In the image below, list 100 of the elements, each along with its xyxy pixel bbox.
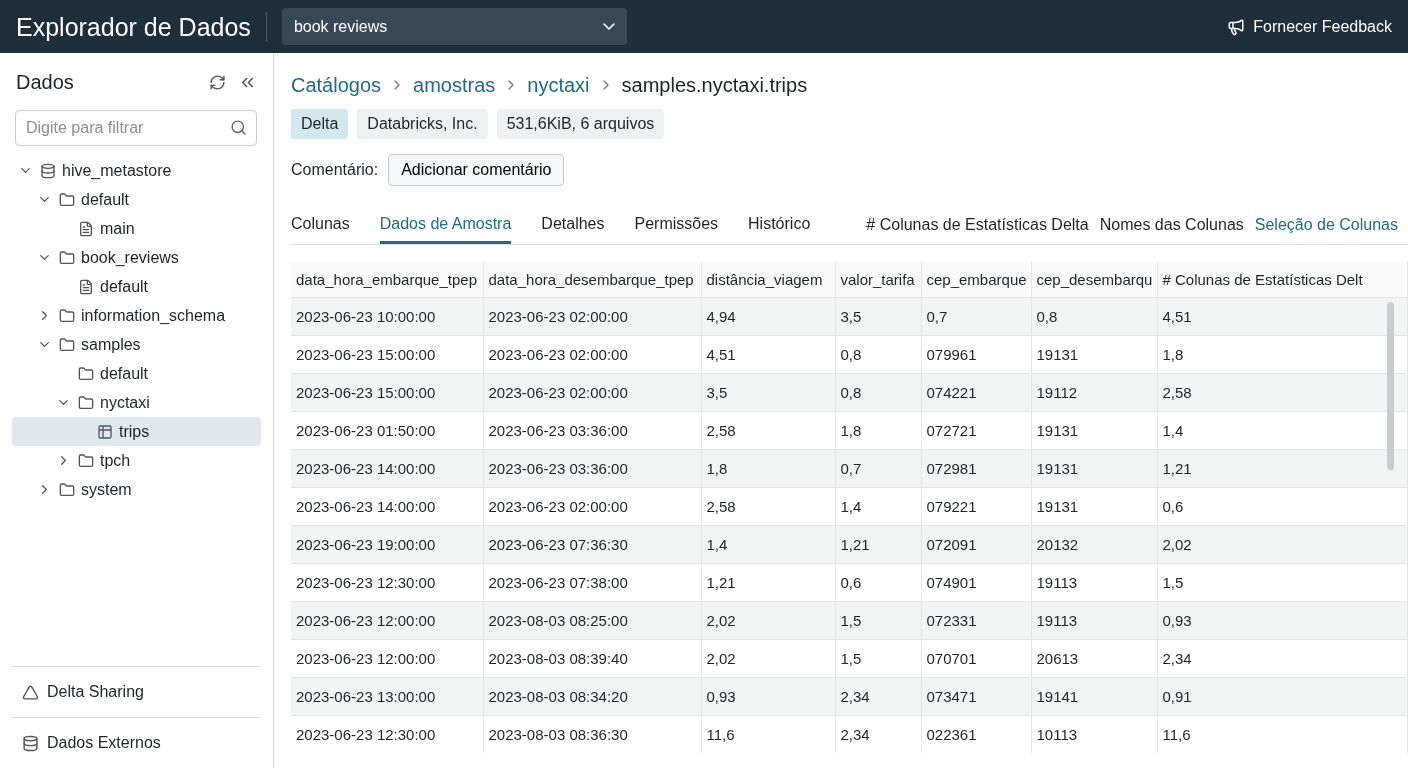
table-cell: 1,21 [701, 563, 835, 601]
tree-item[interactable]: book_reviews [12, 243, 261, 272]
table-cell: 19131 [1031, 487, 1157, 525]
file-icon [78, 220, 94, 237]
column-selection-link[interactable]: Seleção de Colunas [1254, 216, 1398, 234]
table-cell: 2023-06-23 07:36:30 [483, 525, 701, 563]
table-cell: 3,5 [701, 373, 835, 411]
table-cell: 0,8 [835, 373, 921, 411]
folder-icon [59, 191, 75, 208]
table-cell: 2023-06-23 02:00:00 [483, 373, 701, 411]
column-header[interactable]: distância_viagem [701, 262, 835, 297]
table-cell: 0,7 [921, 297, 1031, 335]
sidebar-footer-item[interactable]: Dados Externos [12, 717, 261, 768]
table-cell: 079221 [921, 487, 1031, 525]
column-header[interactable]: # Colunas de Estatísticas Delt [1157, 262, 1408, 297]
table-cell: 1,8 [835, 411, 921, 449]
table-cell: 4,51 [701, 335, 835, 373]
comment-label: Comentário: [291, 161, 379, 179]
tree-item[interactable]: hive_metastore [12, 156, 261, 185]
feedback-button[interactable]: Fornecer Feedback [1227, 17, 1392, 36]
table-cell: 2023-06-23 15:00:00 [291, 335, 483, 373]
refresh-icon[interactable] [209, 74, 226, 91]
table-cell: 072721 [921, 411, 1031, 449]
column-header[interactable]: cep_desembarqu [1031, 262, 1157, 297]
megaphone-icon [1227, 17, 1246, 36]
breadcrumb-link[interactable]: Catálogos [291, 73, 382, 97]
table-cell: 2023-08-03 08:39:40 [483, 639, 701, 677]
table-option[interactable]: # Colunas de Estatísticas Delta [866, 216, 1089, 234]
table-cell: 073471 [921, 677, 1031, 715]
table-cell: 0,93 [701, 677, 835, 715]
tree-item[interactable]: tpch [12, 446, 261, 475]
tree-item[interactable]: main [12, 214, 261, 243]
table-cell: 20132 [1031, 525, 1157, 563]
table-option[interactable]: Nomes das Colunas [1099, 216, 1244, 234]
folder-icon [59, 336, 75, 353]
table-cell: 0,6 [1157, 487, 1408, 525]
table-cell: 2023-06-23 10:00:00 [291, 297, 483, 335]
tree-item[interactable]: default [12, 359, 261, 388]
table-cell: 2023-06-23 15:00:00 [291, 373, 483, 411]
table-cell: 0,8 [1031, 297, 1157, 335]
tag: Delta [291, 109, 349, 139]
tree-item[interactable]: nyctaxi [12, 388, 261, 417]
table-cell: 2023-06-23 19:00:00 [291, 525, 483, 563]
tab[interactable]: Dados de Amostra [379, 215, 512, 244]
column-header[interactable]: data_hora_embarque_tpep [291, 262, 483, 297]
tab[interactable]: Histórico [748, 215, 811, 244]
table-cell: 1,5 [835, 639, 921, 677]
folder-icon [59, 481, 75, 498]
chevron-down-icon [602, 23, 615, 30]
table-cell: 022361 [921, 715, 1031, 753]
search-icon [230, 119, 247, 136]
table-cell: 2023-08-03 08:36:30 [483, 715, 701, 753]
column-header[interactable]: data_hora_desembarque_tpep [483, 262, 701, 297]
table-cell: 079961 [921, 335, 1031, 373]
table-cell: 10113 [1031, 715, 1157, 753]
add-comment-button[interactable]: Adicionar comentário [388, 154, 565, 186]
table-cell: 1,8 [701, 449, 835, 487]
table-cell: 19113 [1031, 601, 1157, 639]
table-cell: 0,8 [835, 335, 921, 373]
tree-item[interactable]: samples [12, 330, 261, 359]
table-cell: 2023-06-23 02:00:00 [483, 297, 701, 335]
scrollbar[interactable] [1387, 302, 1394, 470]
tree-item[interactable]: trips [12, 417, 261, 446]
table-cell: 0,6 [835, 563, 921, 601]
sidebar-title: Dados [16, 71, 75, 94]
table-cell: 19113 [1031, 563, 1157, 601]
sidebar-footer-item[interactable]: Delta Sharing [12, 666, 261, 717]
table-cell: 2,58 [701, 411, 835, 449]
tab[interactable]: Colunas [291, 215, 350, 244]
table-cell: 2,02 [701, 639, 835, 677]
column-header[interactable]: cep_embarque [921, 262, 1031, 297]
tree-item[interactable]: system [12, 475, 261, 504]
tree-item[interactable]: information_schema [12, 301, 261, 330]
folder-icon [59, 307, 75, 324]
column-header[interactable]: valor_tarifa [835, 262, 921, 297]
folder-icon [59, 249, 75, 266]
table-cell: 19112 [1031, 373, 1157, 411]
table-cell: 0,7 [835, 449, 921, 487]
table-cell: 11,6 [701, 715, 835, 753]
table-cell: 2023-08-03 08:34:20 [483, 677, 701, 715]
table-cell: 2023-06-23 03:36:00 [483, 411, 701, 449]
table-cell: 2023-06-23 01:50:00 [291, 411, 483, 449]
dataset-select[interactable]: book reviews [281, 8, 627, 45]
breadcrumb-link[interactable]: amostras [413, 73, 496, 97]
table-cell: 2023-06-23 03:36:00 [483, 449, 701, 487]
tag: Databricks, Inc. [357, 109, 488, 139]
table-cell: 2023-06-23 07:38:00 [483, 563, 701, 601]
tab[interactable]: Permissões [634, 215, 719, 244]
table-cell: 0,91 [1157, 677, 1408, 715]
table-cell: 19131 [1031, 411, 1157, 449]
breadcrumb-link[interactable]: nyctaxi [527, 73, 590, 97]
tab[interactable]: Detalhes [541, 215, 605, 244]
folder-icon [78, 365, 94, 382]
tree-item[interactable]: default [12, 185, 261, 214]
filter-field[interactable]: Digite para filtrar [15, 110, 257, 146]
table-cell: 074221 [921, 373, 1031, 411]
database-icon [22, 734, 39, 752]
file-icon [78, 278, 94, 295]
tree-item[interactable]: default [12, 272, 261, 301]
database-icon [40, 162, 56, 179]
